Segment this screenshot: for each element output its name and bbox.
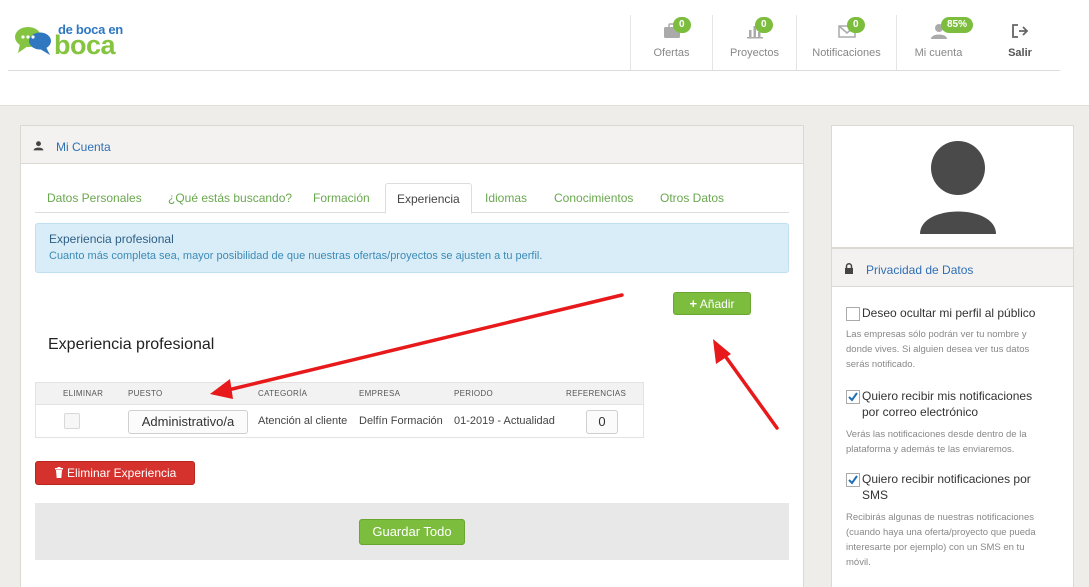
email-notifications-label: Quiero recibir mis notificaciones por co…	[862, 389, 1033, 419]
panel-title: Mi Cuenta	[56, 140, 111, 154]
delete-experience-button[interactable]: Eliminar Experiencia	[35, 461, 195, 485]
empresa-cell: Delfín Formación	[359, 415, 443, 427]
nav-notificaciones[interactable]: 0 Notificaciones	[796, 15, 896, 70]
email-notifications-help: Verás las notificaciones desde dentro de…	[846, 429, 1027, 455]
tab-formacion[interactable]: Formación	[302, 183, 381, 214]
tab-idiomas[interactable]: Idiomas	[474, 183, 538, 214]
nav-ofertas-label: Ofertas	[653, 47, 690, 59]
privacy-header: Privacidad de Datos	[832, 249, 1073, 287]
delete-row-checkbox[interactable]	[64, 413, 80, 429]
col-periodo: PERIODO	[454, 389, 493, 398]
trash-icon	[54, 467, 63, 478]
info-body: Cuanto más completa sea, mayor posibilid…	[49, 250, 543, 262]
info-heading: Experiencia profesional	[49, 232, 174, 246]
account-panel-header: Mi Cuenta	[21, 126, 803, 164]
sms-notifications-label: Quiero recibir notificaciones por SMS	[862, 472, 1031, 502]
profile-tabs: Datos Personales ¿Qué estás buscando? Fo…	[35, 183, 789, 214]
nav-salir-label: Salir	[1008, 47, 1032, 59]
nav-ofertas[interactable]: 0 Ofertas	[630, 15, 712, 70]
proyectos-badge: 0	[755, 17, 773, 33]
col-categoria: CATEGORÍA	[258, 389, 308, 398]
logo-wordmark: boca	[54, 30, 116, 60]
nav-proyectos[interactable]: 0 Proyectos	[712, 15, 796, 70]
logo[interactable]: de boca en boca	[14, 20, 134, 62]
hide-profile-checkbox[interactable]	[846, 307, 860, 321]
sms-notifications-checkbox[interactable]	[846, 473, 860, 487]
chat-bubbles-icon	[15, 27, 51, 55]
tab-otros-datos[interactable]: Otros Datos	[649, 183, 735, 214]
tab-conocimientos[interactable]: Conocimientos	[543, 183, 644, 214]
referencias-button[interactable]: 0	[586, 410, 618, 434]
nav-mi-cuenta[interactable]: 85% Mi cuenta	[896, 15, 980, 70]
form-footer: Guardar Todo	[35, 503, 789, 560]
check-icon	[848, 475, 858, 485]
avatar-panel	[831, 125, 1074, 248]
delete-button-label: Eliminar Experiencia	[66, 466, 177, 480]
col-empresa: EMPRESA	[359, 389, 401, 398]
plus-icon: +	[689, 296, 698, 311]
nav-mi-cuenta-label: Mi cuenta	[914, 47, 963, 59]
col-puesto: PUESTO	[128, 389, 163, 398]
user-icon	[33, 141, 44, 151]
privacy-panel: Privacidad de Datos Deseo ocultar mi per…	[831, 248, 1074, 587]
tab-que-estas-buscando[interactable]: ¿Qué estás buscando?	[157, 183, 303, 214]
section-title: Experiencia profesional	[48, 336, 215, 353]
account-panel: Mi Cuenta Datos Personales ¿Qué estás bu…	[20, 125, 804, 587]
categoria-cell: Atención al cliente	[258, 415, 348, 427]
check-icon	[848, 392, 858, 402]
sms-notifications-help: Recibirás algunas de nuestras notificaci…	[846, 512, 1036, 568]
puesto-button[interactable]: Administrativo/a	[128, 410, 248, 434]
email-notifications-checkbox[interactable]	[846, 390, 860, 404]
info-alert: Experiencia profesional Cuanto más compl…	[35, 223, 789, 273]
experience-table: ELIMINAR PUESTO CATEGORÍA EMPRESA PERIOD…	[35, 382, 644, 438]
hide-profile-help: Las empresas sólo podrán ver tu nombre y…	[846, 329, 1030, 370]
tab-datos-personales[interactable]: Datos Personales	[36, 183, 153, 214]
privacy-title: Privacidad de Datos	[866, 263, 974, 277]
table-header: ELIMINAR PUESTO CATEGORÍA EMPRESA PERIOD…	[36, 383, 643, 405]
profile-completion-badge: 85%	[941, 17, 974, 33]
periodo-cell: 01-2019 - Actualidad	[454, 415, 555, 427]
tab-experiencia[interactable]: Experiencia	[385, 183, 472, 214]
hide-profile-label: Deseo ocultar mi perfil al público	[862, 306, 1036, 320]
add-button-label: Añadir	[699, 297, 735, 311]
col-referencias: REFERENCIAS	[566, 389, 627, 398]
col-eliminar: ELIMINAR	[63, 389, 104, 398]
nav-salir[interactable]: Salir	[980, 15, 1060, 70]
header-divider	[8, 70, 1060, 71]
ofertas-badge: 0	[673, 17, 691, 33]
sign-out-icon	[1012, 24, 1029, 38]
nav-notificaciones-label: Notificaciones	[812, 47, 881, 59]
top-header: de boca en boca 0 Ofertas 0 Proyectos 0 …	[0, 0, 1089, 106]
avatar[interactable]	[918, 140, 998, 234]
notificaciones-badge: 0	[847, 17, 865, 33]
lock-icon	[845, 263, 853, 274]
save-all-button[interactable]: Guardar Todo	[359, 519, 465, 545]
add-experience-button[interactable]: + Añadir	[673, 292, 751, 315]
nav-proyectos-label: Proyectos	[730, 47, 779, 59]
